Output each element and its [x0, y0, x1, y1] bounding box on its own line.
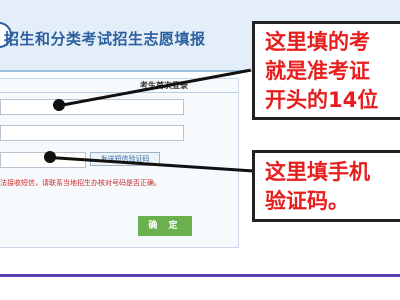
page-title: 招生和分类考试招生志愿填报 [4, 30, 206, 48]
exam-number-input[interactable] [0, 99, 184, 115]
callout-text-line: 开头的14位 [265, 88, 379, 112]
callout-pointer-dot [53, 99, 65, 111]
callout-text-line: 这里填的考 [265, 30, 370, 54]
callout-text-line: 这里填手机 [265, 160, 370, 184]
confirm-button[interactable]: 确 定 [138, 216, 192, 236]
callout-text-line: 就是准考证 [265, 59, 370, 83]
sms-notice-text: 法接收短信，请联系当地招生办核对号码是否正确。 [0, 179, 161, 187]
exam-number-callout: 这里填的考 就是准考证 开头的14位 [252, 21, 400, 120]
id-number-input[interactable] [0, 125, 184, 141]
bottom-divider [0, 274, 400, 277]
sms-code-callout: 这里填手机 验证码。 [252, 150, 400, 222]
callout-pointer-dot [44, 151, 56, 163]
callout-text-line: 验证码。 [265, 189, 349, 213]
